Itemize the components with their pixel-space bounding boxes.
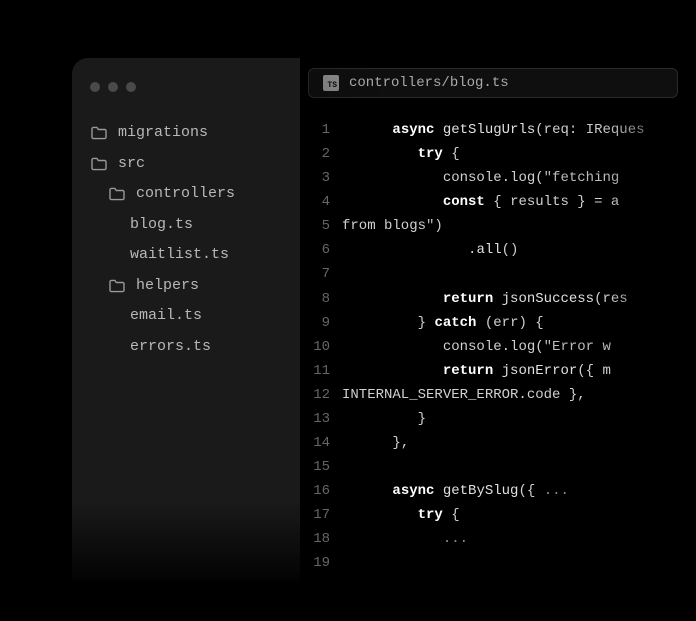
line-number: 8 <box>308 287 330 311</box>
code-line: const { results } = a <box>342 190 696 214</box>
folder-migrations[interactable]: migrations <box>90 118 292 149</box>
tree-item-label: migrations <box>118 119 208 148</box>
tree-item-label: helpers <box>136 272 199 301</box>
code-content[interactable]: async getSlugUrls(req: IReques try { con… <box>342 118 696 575</box>
line-number: 9 <box>308 311 330 335</box>
code-line: async getBySlug({ ... <box>342 479 696 503</box>
traffic-light-zoom[interactable] <box>126 82 136 92</box>
line-number: 4 <box>308 190 330 214</box>
editor-window: migrationssrccontrollersblog.tswaitlist.… <box>72 58 696 581</box>
line-number: 19 <box>308 551 330 575</box>
code-line: console.log("Error w <box>342 335 696 359</box>
tab-bar: TS controllers/blog.ts <box>308 58 696 108</box>
editor-pane: TS controllers/blog.ts 12345678910111213… <box>300 58 696 581</box>
code-line: from blogs") <box>342 214 696 238</box>
tree-item-label: errors.ts <box>130 333 211 362</box>
code-line <box>342 551 696 575</box>
code-line: return jsonError({ m <box>342 359 696 383</box>
file-errors-ts[interactable]: errors.ts <box>90 332 292 363</box>
file-waitlist-ts[interactable]: waitlist.ts <box>90 240 292 271</box>
line-number: 18 <box>308 527 330 551</box>
line-number: 6 <box>308 238 330 262</box>
sidebar: migrationssrccontrollersblog.tswaitlist.… <box>72 58 300 581</box>
code-line: .all() <box>342 238 696 262</box>
typescript-icon: TS <box>323 75 339 91</box>
line-number: 3 <box>308 166 330 190</box>
file-email-ts[interactable]: email.ts <box>90 301 292 332</box>
line-number: 1 <box>308 118 330 142</box>
code-line: INTERNAL_SERVER_ERROR.code }, <box>342 383 696 407</box>
folder-icon <box>90 157 108 171</box>
folder-icon <box>108 279 126 293</box>
traffic-light-close[interactable] <box>90 82 100 92</box>
line-gutter: 12345678910111213141516171819 <box>308 118 342 575</box>
tree-item-label: waitlist.ts <box>130 241 229 270</box>
line-number: 13 <box>308 407 330 431</box>
folder-controllers[interactable]: controllers <box>90 179 292 210</box>
line-number: 10 <box>308 335 330 359</box>
tree-item-label: email.ts <box>130 302 202 331</box>
code-line: try { <box>342 503 696 527</box>
code-line: return jsonSuccess(res <box>342 287 696 311</box>
line-number: 12 <box>308 383 330 407</box>
tab-blog-ts[interactable]: TS controllers/blog.ts <box>308 68 678 98</box>
code-line <box>342 455 696 479</box>
tree-item-label: blog.ts <box>130 211 193 240</box>
code-line: } <box>342 407 696 431</box>
line-number: 15 <box>308 455 330 479</box>
code-line: async getSlugUrls(req: IReques <box>342 118 696 142</box>
sidebar-fade <box>72 501 300 621</box>
file-tree: migrationssrccontrollersblog.tswaitlist.… <box>72 110 300 370</box>
line-number: 11 <box>308 359 330 383</box>
line-number: 5 <box>308 214 330 238</box>
line-number: 7 <box>308 262 330 286</box>
tree-item-label: src <box>118 150 145 179</box>
file-blog-ts[interactable]: blog.ts <box>90 210 292 241</box>
line-number: 14 <box>308 431 330 455</box>
code-line: ... <box>342 527 696 551</box>
code-line: }, <box>342 431 696 455</box>
tab-path: controllers/blog.ts <box>349 75 509 91</box>
code-line: console.log("fetching <box>342 166 696 190</box>
window-controls <box>72 68 300 110</box>
line-number: 16 <box>308 479 330 503</box>
code-line: try { <box>342 142 696 166</box>
folder-src[interactable]: src <box>90 149 292 180</box>
line-number: 2 <box>308 142 330 166</box>
folder-icon <box>90 126 108 140</box>
tree-item-label: controllers <box>136 180 235 209</box>
code-area[interactable]: 12345678910111213141516171819 async getS… <box>308 108 696 575</box>
folder-icon <box>108 187 126 201</box>
folder-helpers[interactable]: helpers <box>90 271 292 302</box>
code-line: } catch (err) { <box>342 311 696 335</box>
line-number: 17 <box>308 503 330 527</box>
code-line <box>342 262 696 286</box>
traffic-light-minimize[interactable] <box>108 82 118 92</box>
